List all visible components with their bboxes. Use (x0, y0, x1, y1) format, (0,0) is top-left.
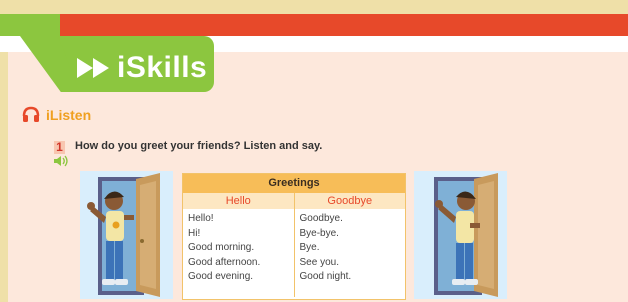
table-title: Greetings (183, 174, 405, 193)
section-title: iSkills (117, 51, 208, 84)
table-cell: Hi! (188, 227, 201, 239)
greetings-table: Greetings Hello Goodbye Hello! Hi! Good … (182, 173, 406, 300)
table-cell: Good night. (299, 271, 352, 282)
table-body: Hello! Hi! Good morning. Good afternoon.… (183, 209, 405, 297)
table-header-row: Hello Goodbye (183, 193, 405, 209)
table-cell: Hello! (188, 213, 214, 224)
page-margin (0, 0, 628, 14)
boy-entering-door-illustration (80, 171, 173, 299)
table-cell: Good morning. (188, 242, 255, 253)
goodbye-column: Goodbye. Bye-bye. Bye. See you. Good nig… (295, 209, 406, 297)
textbook-page: iSkills iListen 1 How do you greet your … (0, 0, 628, 302)
hello-column: Hello! Hi! Good morning. Good afternoon.… (183, 209, 295, 297)
table-cell: See you. (299, 256, 339, 268)
subsection-title: iListen (46, 107, 92, 123)
boy-leaving-door-illustration (414, 171, 507, 299)
table-cell: Bye. (299, 242, 320, 253)
subsection-header: iListen (22, 106, 91, 124)
activity-instruction: How do you greet your friends? Listen an… (75, 140, 323, 152)
headphones-icon (22, 106, 40, 122)
audio-icon[interactable] (53, 155, 69, 167)
table-cell: Goodbye. (299, 213, 343, 224)
section-logo: iSkills (75, 48, 207, 88)
orange-header-band (60, 14, 628, 36)
activity-number: 1 (54, 141, 65, 154)
column-header-goodbye: Goodbye (327, 195, 373, 207)
table-cell: Good evening. (188, 271, 254, 282)
table-cell: Good afternoon. (188, 256, 261, 268)
fast-forward-icon (77, 58, 109, 78)
column-header-hello: Hello (183, 193, 295, 209)
table-cell: Bye-bye. (299, 227, 339, 239)
